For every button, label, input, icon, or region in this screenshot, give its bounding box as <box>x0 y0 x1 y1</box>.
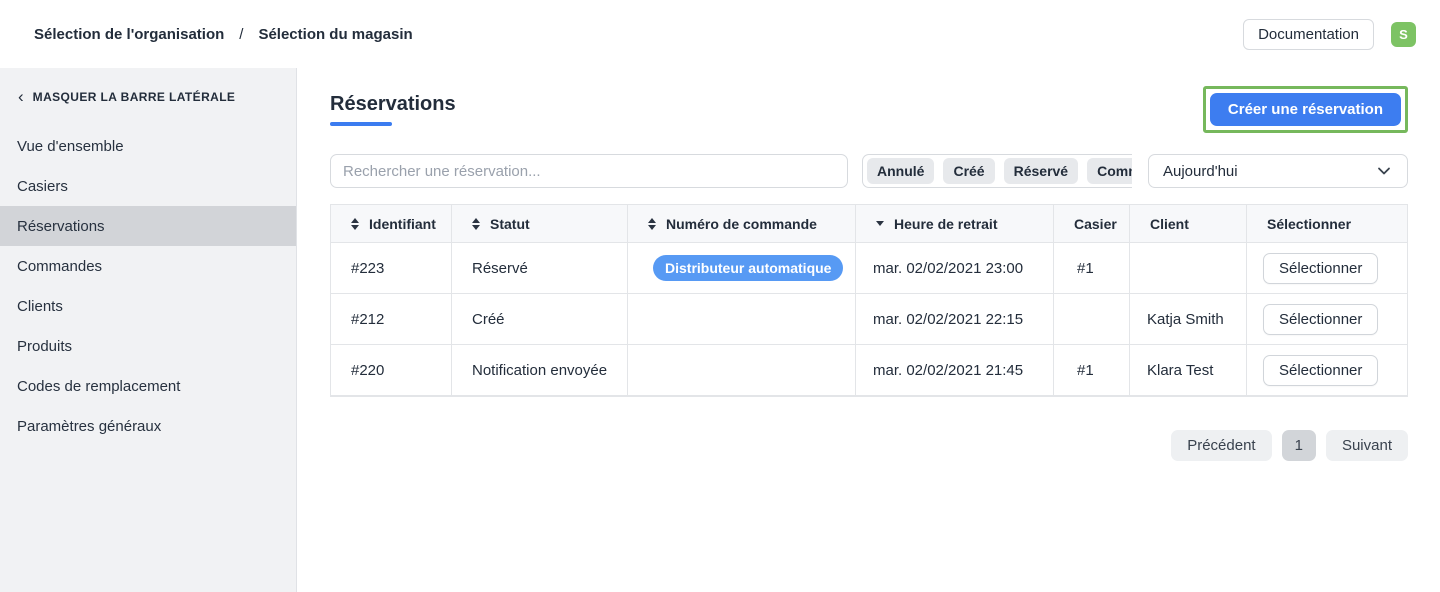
cell-casier <box>1054 294 1130 345</box>
chevron-left-icon: ‹ <box>18 91 24 103</box>
topbar-right: Documentation S <box>1243 19 1416 50</box>
filter-chip-annule[interactable]: Annulé <box>867 158 934 184</box>
breadcrumb-magasin[interactable]: Sélection du magasin <box>258 26 412 43</box>
cell-identifiant: #220 <box>331 345 452 396</box>
cell-action: Sélectionner <box>1247 294 1407 345</box>
breadcrumb-separator: / <box>239 26 243 43</box>
sort-icon <box>472 218 480 230</box>
column-label: Statut <box>490 216 530 232</box>
cell-statut: Notification envoyée <box>452 345 628 396</box>
column-header-statut[interactable]: Statut <box>452 205 628 243</box>
column-header-identifiant[interactable]: Identifiant <box>331 205 452 243</box>
sidebar-item-vue-densemble[interactable]: Vue d'ensemble <box>0 126 296 166</box>
filter-chip-cree[interactable]: Créé <box>943 158 994 184</box>
next-page-button[interactable]: Suivant <box>1326 430 1408 461</box>
sidebar-collapse-button[interactable]: ‹ MASQUER LA BARRE LATÉRALE <box>0 80 296 126</box>
documentation-button[interactable]: Documentation <box>1243 19 1374 50</box>
cell-statut: Créé <box>452 294 628 345</box>
breadcrumb-organisation[interactable]: Sélection de l'organisation <box>34 26 224 43</box>
page-number-button[interactable]: 1 <box>1282 430 1316 461</box>
previous-page-button[interactable]: Précédent <box>1171 430 1271 461</box>
filter-chip-reserve[interactable]: Réservé <box>1004 158 1079 184</box>
date-filter-value: Aujourd'hui <box>1163 163 1238 180</box>
sidebar-item-codes-de-remplacement[interactable]: Codes de remplacement <box>0 366 296 406</box>
topbar: Sélection de l'organisation / Sélection … <box>0 0 1440 68</box>
page-title: Réservations <box>330 93 456 126</box>
sidebar-item-casiers[interactable]: Casiers <box>0 166 296 206</box>
sidebar-item-clients[interactable]: Clients <box>0 286 296 326</box>
avatar[interactable]: S <box>1391 22 1416 47</box>
sidebar-item-parametres-generaux[interactable]: Paramètres généraux <box>0 406 296 446</box>
column-label: Numéro de commande <box>666 216 817 232</box>
reservations-table: Identifiant Statut Numéro de commande He… <box>330 204 1408 397</box>
body-layout: ‹ MASQUER LA BARRE LATÉRALE Vue d'ensemb… <box>0 68 1440 592</box>
pagination: Précédent 1 Suivant <box>330 430 1408 461</box>
sidebar-item-commandes[interactable]: Commandes <box>0 246 296 286</box>
create-button-highlight: Créer une réservation <box>1203 86 1408 133</box>
status-filter-group: Annulé Créé Réservé Commande <box>862 154 1132 188</box>
cell-heure-de-retrait: mar. 02/02/2021 22:15 <box>856 294 1054 345</box>
cell-heure-de-retrait: mar. 02/02/2021 21:45 <box>856 345 1054 396</box>
cell-identifiant: #223 <box>331 243 452 294</box>
sidebar-nav: Vue d'ensemble Casiers Réservations Comm… <box>0 126 296 446</box>
app-window: Sélection de l'organisation / Sélection … <box>0 0 1440 592</box>
cell-action: Sélectionner <box>1247 243 1407 294</box>
column-header-selectionner: Sélectionner <box>1247 205 1407 243</box>
sidebar-item-produits[interactable]: Produits <box>0 326 296 366</box>
cell-client: Katja Smith <box>1130 294 1247 345</box>
date-filter-select[interactable]: Aujourd'hui <box>1148 154 1408 188</box>
column-label: Sélectionner <box>1267 216 1351 232</box>
controls-row: Annulé Créé Réservé Commande Aujourd'hui <box>330 154 1408 188</box>
column-header-numero-de-commande[interactable]: Numéro de commande <box>628 205 856 243</box>
cell-numero-de-commande <box>628 294 856 345</box>
select-row-button[interactable]: Sélectionner <box>1263 304 1378 335</box>
column-header-heure-de-retrait[interactable]: Heure de retrait <box>856 205 1054 243</box>
column-header-casier: Casier <box>1054 205 1130 243</box>
filter-chip-commande[interactable]: Commande <box>1087 158 1132 184</box>
sort-icon <box>351 218 359 230</box>
sidebar-item-reservations[interactable]: Réservations <box>0 206 296 246</box>
sort-icon <box>648 218 656 230</box>
cell-casier: #1 <box>1054 345 1130 396</box>
column-header-client: Client <box>1130 205 1247 243</box>
search-input[interactable] <box>330 154 848 188</box>
sort-desc-icon <box>876 221 884 226</box>
column-label: Heure de retrait <box>894 216 997 232</box>
cell-client <box>1130 243 1247 294</box>
main-content: Réservations Créer une réservation Annul… <box>297 68 1440 592</box>
chevron-down-icon <box>1375 162 1393 180</box>
column-label: Identifiant <box>369 216 436 232</box>
create-reservation-button[interactable]: Créer une réservation <box>1210 93 1401 126</box>
breadcrumb: Sélection de l'organisation / Sélection … <box>34 26 413 43</box>
cell-numero-de-commande <box>628 345 856 396</box>
sidebar-collapse-label: MASQUER LA BARRE LATÉRALE <box>33 90 236 104</box>
column-label: Casier <box>1074 216 1117 232</box>
cell-heure-de-retrait: mar. 02/02/2021 23:00 <box>856 243 1054 294</box>
cell-action: Sélectionner <box>1247 345 1407 396</box>
sidebar: ‹ MASQUER LA BARRE LATÉRALE Vue d'ensemb… <box>0 68 297 592</box>
cell-casier: #1 <box>1054 243 1130 294</box>
cell-numero-de-commande: Distributeur automatique <box>628 243 856 294</box>
select-row-button[interactable]: Sélectionner <box>1263 253 1378 284</box>
order-source-badge: Distributeur automatique <box>653 255 843 281</box>
title-row: Réservations Créer une réservation <box>330 86 1408 133</box>
cell-statut: Réservé <box>452 243 628 294</box>
cell-client: Klara Test <box>1130 345 1247 396</box>
select-row-button[interactable]: Sélectionner <box>1263 355 1378 386</box>
cell-identifiant: #212 <box>331 294 452 345</box>
column-label: Client <box>1150 216 1189 232</box>
